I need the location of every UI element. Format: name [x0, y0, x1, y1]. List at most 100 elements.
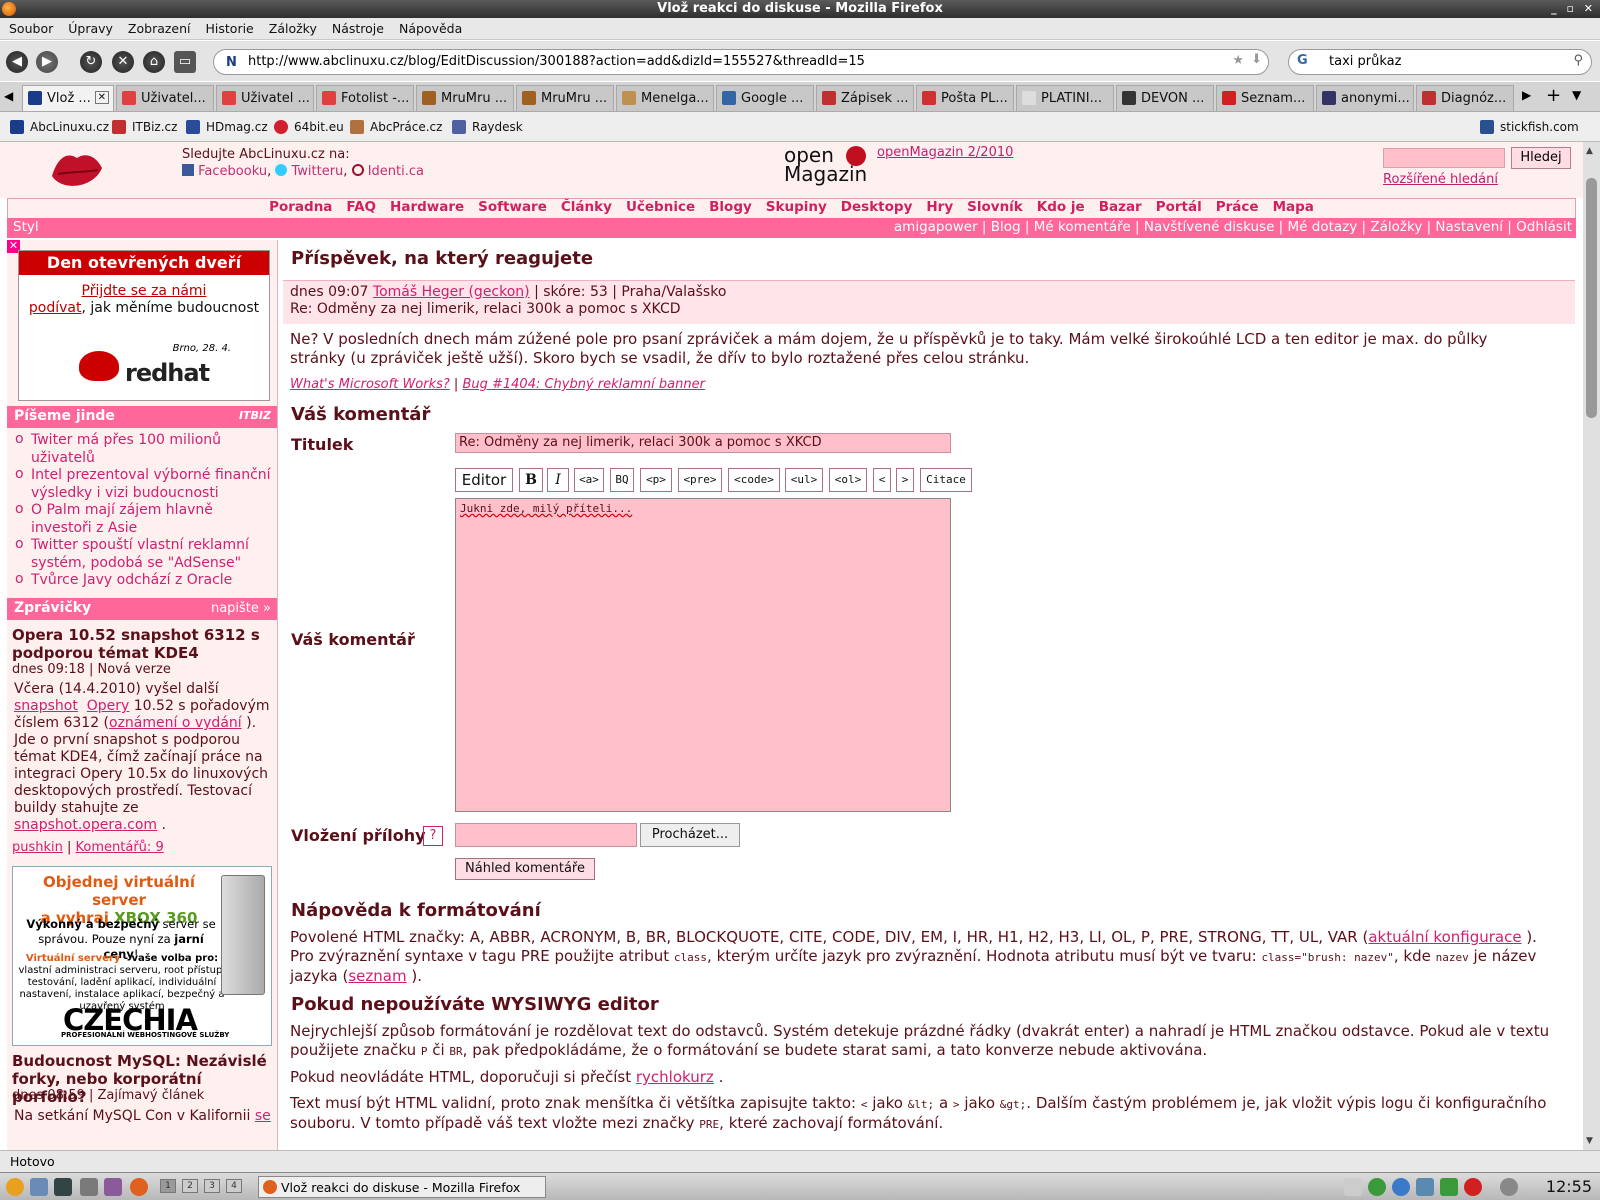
nav-hardware[interactable]: Hardware — [390, 199, 464, 215]
menu-nastroje[interactable]: Nástroje — [323, 18, 390, 36]
start-menu-icon[interactable] — [6, 1178, 24, 1196]
attachment-file-input[interactable] — [455, 823, 637, 847]
site-logo-lips-icon[interactable] — [48, 146, 106, 192]
menu-historie[interactable]: Historie — [197, 18, 260, 36]
openmagazin-logo[interactable]: open Magazin — [784, 145, 874, 192]
alert-icon[interactable] — [1464, 1178, 1482, 1196]
menu-upravy[interactable]: Úpravy — [59, 18, 119, 36]
tab-13[interactable]: Seznam... — [1216, 85, 1314, 111]
unordered-list-button[interactable]: <ul> — [785, 468, 823, 492]
tab-14[interactable]: anonymi... — [1316, 85, 1414, 111]
bookmark-abclinuxu[interactable]: AbcLinuxu.cz — [10, 120, 109, 134]
tab-6[interactable]: MruMru ... — [516, 85, 614, 111]
link-button[interactable]: <a> — [574, 468, 604, 492]
close-tab-icon[interactable]: ✕ — [94, 91, 109, 104]
nav-ucebnice[interactable]: Učebnice — [626, 199, 695, 215]
author-link[interactable]: pushkin — [12, 840, 63, 855]
dropdown-arrow-icon[interactable]: ⬇ — [1251, 52, 1262, 67]
list-item[interactable]: Intel prezentoval výborné finanční výsle… — [13, 466, 275, 502]
scroll-up-icon[interactable]: ▲ — [1586, 146, 1593, 156]
firefox-launcher-icon[interactable] — [130, 1178, 148, 1196]
blockquote-button[interactable]: BQ — [610, 468, 634, 492]
tab-8[interactable]: Google ... — [716, 85, 814, 111]
tab-1[interactable]: Vlož ... ✕ — [22, 85, 114, 111]
menu-zobrazeni[interactable]: Zobrazení — [119, 18, 197, 36]
tab-11[interactable]: PLATINI... — [1016, 85, 1114, 111]
nav-slovnik[interactable]: Slovník — [967, 199, 1023, 215]
list-item[interactable]: Twitter spouští vlastní reklamní systém,… — [13, 536, 275, 572]
style-link[interactable]: Styl — [13, 219, 39, 235]
bookmark-stickfish[interactable]: stickfish.com — [1480, 120, 1579, 134]
menu-zalozky[interactable]: Záložky — [260, 18, 323, 36]
nav-prace[interactable]: Práce — [1216, 199, 1259, 215]
browse-button[interactable]: Procházet... — [640, 823, 740, 847]
tab-7[interactable]: Menelga... — [616, 85, 714, 111]
ad-link[interactable]: Přijdte se za námi — [82, 283, 207, 299]
opera-snapshot-link[interactable]: snapshot.opera.com — [14, 817, 157, 833]
media-icon[interactable] — [104, 1178, 122, 1196]
tab-10[interactable]: Pošta PL... — [916, 85, 1014, 111]
search-icon[interactable]: ⚲ — [1573, 53, 1583, 68]
crash-course-link[interactable]: rychlokurz — [636, 1068, 714, 1086]
update-ok-icon[interactable] — [1368, 1178, 1386, 1196]
workspace-1[interactable]: 1 — [160, 1179, 176, 1193]
twitter-link[interactable]: Twitteru — [291, 164, 343, 179]
stop-button[interactable]: ✕ — [112, 51, 134, 73]
google-icon[interactable]: G — [1297, 53, 1308, 68]
redhat-ad[interactable]: Den otevřených dveří Přijdte se za námi … — [18, 250, 270, 401]
nav-blogy[interactable]: Blogy — [709, 199, 752, 215]
author-link[interactable]: Tomáš Heger (geckon) — [373, 284, 530, 300]
tab-4[interactable]: Fotolist -... — [316, 85, 414, 111]
tab-5[interactable]: MruMru ... — [416, 85, 514, 111]
terminal-icon[interactable] — [54, 1178, 72, 1196]
tab-9[interactable]: Zápisek ... — [816, 85, 914, 111]
comments-link[interactable]: Komentářů: 9 — [76, 840, 164, 855]
bookmark-hdmag[interactable]: HDmag.cz — [186, 120, 268, 134]
facebook-link[interactable]: Facebooku — [198, 164, 267, 179]
taskbar-window-button[interactable]: Vlož reakci do diskuse - Mozilla Firefox — [258, 1176, 546, 1198]
forward-button[interactable]: ▶ — [36, 51, 58, 73]
star-icon[interactable]: ★ — [1232, 53, 1244, 68]
nav-faq[interactable]: FAQ — [346, 199, 376, 215]
tab-15[interactable]: Diagnóz... — [1416, 85, 1514, 111]
page-scrollbar[interactable]: ▲ ▼ — [1583, 142, 1600, 1150]
code-button[interactable]: <code> — [728, 468, 780, 492]
menu-soubor[interactable]: Soubor — [0, 18, 59, 36]
openmagazin-link[interactable]: openMagazin 2/2010 — [877, 145, 1013, 160]
tab-2[interactable]: Uživatel... — [116, 85, 214, 111]
preview-button[interactable]: Náhled komentáře — [455, 858, 595, 880]
announcement-link[interactable]: oznámení o vydání — [109, 715, 242, 731]
home-button[interactable]: ⌂ — [143, 51, 165, 73]
editor-mode-button[interactable]: Editor — [455, 468, 513, 492]
nav-software[interactable]: Software — [478, 199, 547, 215]
nav-desktopy[interactable]: Desktopy — [841, 199, 913, 215]
list-item[interactable]: Tvůrce Javy odchází z Oracle — [13, 571, 275, 590]
snapshot-link[interactable]: snapshot — [14, 698, 78, 714]
less-than-button[interactable]: < — [873, 468, 891, 492]
nav-skupiny[interactable]: Skupiny — [766, 199, 827, 215]
nav-mapa[interactable]: Mapa — [1273, 199, 1314, 215]
info-icon[interactable] — [1500, 1178, 1518, 1196]
pre-button[interactable]: <pre> — [678, 468, 722, 492]
news-link[interactable]: se — [255, 1108, 271, 1124]
display-icon[interactable] — [1416, 1178, 1434, 1196]
attachment-help-icon[interactable]: ? — [423, 826, 443, 846]
nav-clanky[interactable]: Články — [561, 199, 612, 215]
bookmark-page-button[interactable]: ▭ — [174, 51, 196, 73]
url-bar[interactable]: N http://www.abclinuxu.cz/blog/EditDiscu… — [213, 49, 1269, 75]
paragraph-button[interactable]: <p> — [640, 468, 672, 492]
bookmark-itbiz[interactable]: ITBiz.cz — [112, 120, 177, 134]
write-news-link[interactable]: napište » — [211, 601, 271, 616]
volume-icon[interactable] — [1344, 1178, 1362, 1196]
bookmark-abcprace[interactable]: AbcPráce.cz — [350, 120, 442, 134]
workspace-2[interactable]: 2 — [182, 1179, 198, 1193]
site-search-button[interactable]: Hledej — [1511, 147, 1571, 169]
list-item[interactable]: O Palm mají zájem hlavně investoři z Asi… — [13, 501, 275, 537]
ad-link-2[interactable]: podívat — [29, 300, 82, 316]
nav-kdo-je[interactable]: Kdo je — [1037, 199, 1085, 215]
nav-bazar[interactable]: Bazar — [1099, 199, 1142, 215]
scrollbar-thumb[interactable] — [1586, 178, 1597, 418]
new-tab-icon[interactable]: + — [1546, 85, 1561, 106]
workspace-4[interactable]: 4 — [226, 1179, 242, 1193]
menu-napoveda[interactable]: Nápověda — [390, 18, 468, 36]
